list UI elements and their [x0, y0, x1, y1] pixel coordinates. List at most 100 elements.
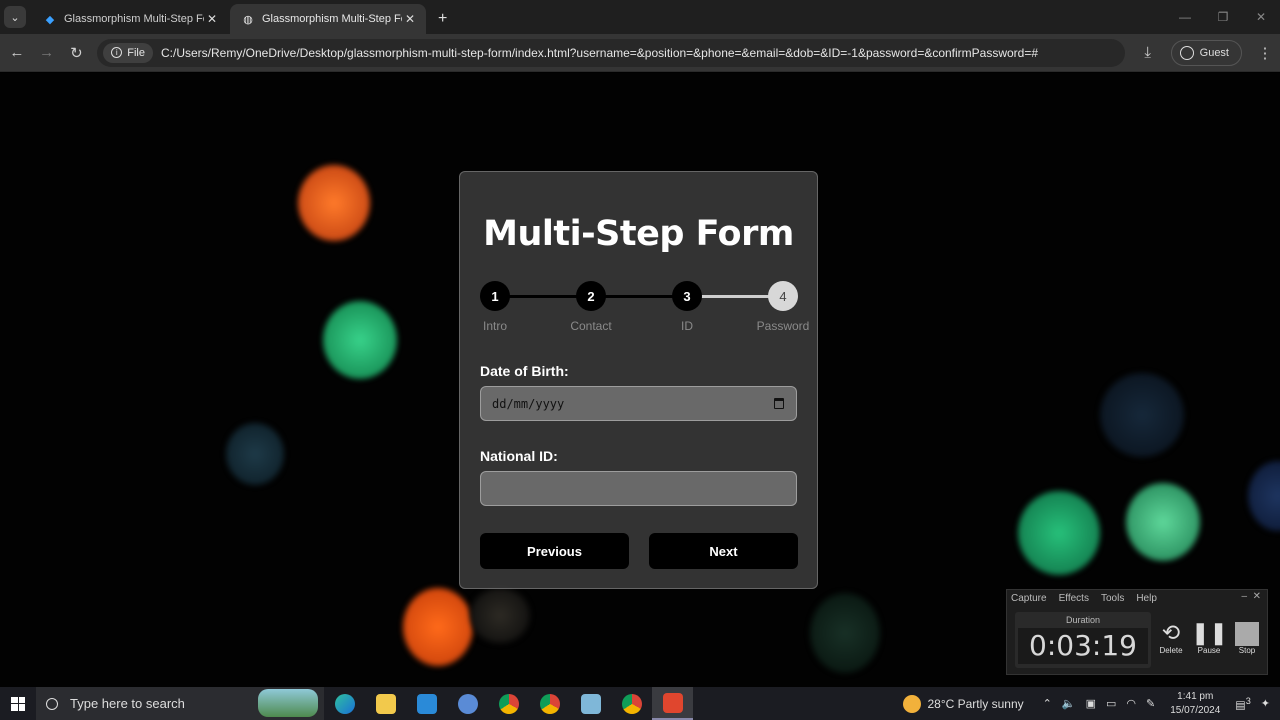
step-contact: 2 Contact: [570, 281, 612, 333]
reload-icon[interactable]: ↻: [62, 38, 92, 68]
stop-button[interactable]: Stop: [1229, 620, 1265, 655]
search-placeholder: Type here to search: [70, 696, 185, 711]
step-id: 3 ID: [672, 281, 702, 333]
app-icon: [457, 693, 478, 714]
forward-arrow-icon[interactable]: →: [32, 38, 62, 68]
bokeh-light: [1100, 373, 1184, 457]
duration-label: Duration: [1065, 615, 1101, 625]
pen-icon[interactable]: ✎: [1146, 697, 1155, 710]
profile-button[interactable]: Guest: [1170, 39, 1242, 66]
dob-placeholder: dd/mm/yyyy: [492, 397, 565, 411]
progress-bar: 1 Intro 2 Contact 3 ID 4 Password: [480, 281, 809, 333]
national-id-label: National ID:: [480, 448, 558, 464]
partly-sunny-icon: [903, 694, 922, 713]
copilot-icon[interactable]: ✦: [1261, 697, 1270, 710]
taskbar-app[interactable]: [447, 687, 488, 720]
more-menu-icon[interactable]: ⋮: [1250, 38, 1280, 68]
bokeh-light: [298, 165, 370, 241]
taskbar-chrome-2[interactable]: [529, 687, 570, 720]
clock[interactable]: 1:41 pm 15/07/2024: [1170, 690, 1220, 718]
start-button[interactable]: [0, 687, 36, 720]
menu-help[interactable]: Help: [1136, 593, 1157, 604]
bokeh-light: [470, 588, 530, 643]
tab-1[interactable]: ◆ Glassmorphism Multi-Step Form ✕: [32, 4, 228, 34]
chevron-up-icon[interactable]: ⌃: [1043, 697, 1052, 710]
calendar-icon[interactable]: [774, 398, 784, 409]
drupal-favicon-icon: ◆: [45, 13, 55, 26]
delete-label: Delete: [1159, 646, 1183, 655]
stop-label: Stop: [1238, 646, 1256, 655]
step-label: Intro: [482, 319, 508, 333]
taskbar-chrome-1[interactable]: [488, 687, 529, 720]
step-label: Password: [756, 319, 810, 333]
bokeh-light: [1018, 491, 1100, 575]
new-tab-button[interactable]: +: [438, 10, 447, 28]
step-number: 4: [768, 281, 798, 311]
delete-button[interactable]: ⟲ Delete: [1153, 620, 1189, 655]
volume-icon[interactable]: 🔈: [1062, 697, 1076, 710]
screen-recorder-widget: Capture Effects Tools Help – ✕ Duration …: [1006, 589, 1268, 675]
taskbar-search[interactable]: Type here to search: [36, 687, 324, 720]
browser-toolbar: ← → ↻ i File C:/Users/Remy/OneDrive/Desk…: [0, 34, 1280, 72]
multi-step-form-card: Multi-Step Form 1 Intro 2 Contact 3 ID 4…: [459, 171, 818, 589]
tab-title: Glassmorphism Multi-Step Form: [262, 13, 402, 25]
tab-search-icon[interactable]: ⌄: [4, 6, 26, 28]
taskbar-chrome-3[interactable]: [611, 687, 652, 720]
meet-icon[interactable]: ▣: [1086, 697, 1096, 710]
duration-panel: Duration 0:03:19: [1015, 612, 1151, 668]
windows-logo-icon: [11, 696, 25, 711]
stop-icon: [1235, 622, 1259, 646]
clock-time: 1:41 pm: [1177, 690, 1214, 702]
dob-label: Date of Birth:: [480, 363, 569, 379]
notification-count: 3: [1245, 695, 1251, 706]
file-chip-label: File: [127, 46, 145, 59]
back-arrow-icon[interactable]: ←: [2, 38, 32, 68]
network-icon[interactable]: ◠: [1126, 697, 1136, 710]
address-bar[interactable]: i File C:/Users/Remy/OneDrive/Desktop/gl…: [97, 38, 1125, 67]
menu-effects[interactable]: Effects: [1059, 593, 1089, 604]
minimize-icon[interactable]: —: [1166, 0, 1204, 34]
weather-widget[interactable]: 28°C Partly sunny: [903, 694, 1024, 713]
next-button[interactable]: Next: [649, 533, 798, 569]
download-icon[interactable]: ⤓: [1133, 38, 1163, 68]
taskbar-file-explorer[interactable]: [365, 687, 406, 720]
step-number: 3: [672, 281, 702, 311]
chrome-icon: [621, 693, 642, 714]
close-tab-icon[interactable]: ✕: [204, 12, 220, 26]
weather-text: 28°C Partly sunny: [927, 696, 1024, 711]
taskbar-vscode[interactable]: [406, 687, 447, 720]
browser-tab-strip: ⌄ ◆ Glassmorphism Multi-Step Form ✕ ◍ Gl…: [0, 0, 1280, 34]
dob-input[interactable]: dd/mm/yyyy: [480, 386, 797, 421]
maximize-icon[interactable]: ❐: [1204, 0, 1242, 34]
taskbar-recorder[interactable]: [652, 687, 693, 720]
url-text[interactable]: C:/Users/Remy/OneDrive/Desktop/glassmorp…: [161, 46, 1038, 60]
recorder-icon: [662, 692, 683, 713]
clock-date: 15/07/2024: [1170, 704, 1221, 716]
battery-icon[interactable]: ▭: [1106, 697, 1116, 710]
recorder-close-icon[interactable]: ✕: [1253, 591, 1261, 602]
undo-icon: ⟲: [1161, 620, 1181, 645]
site-info-chip[interactable]: i File: [103, 42, 153, 63]
notifications-icon[interactable]: ▤3: [1235, 696, 1251, 712]
recorder-menu: Capture Effects Tools Help – ✕: [1007, 590, 1267, 606]
menu-tools[interactable]: Tools: [1101, 593, 1124, 604]
edge-icon: [334, 693, 355, 714]
step-intro: 1 Intro: [480, 281, 510, 333]
close-tab-icon[interactable]: ✕: [402, 12, 418, 26]
step-number: 2: [576, 281, 606, 311]
pause-button[interactable]: ❚❚ Pause: [1191, 620, 1228, 655]
bokeh-light: [1126, 483, 1200, 561]
previous-button[interactable]: Previous: [480, 533, 629, 569]
window-controls: — ❐ ✕: [1166, 0, 1280, 34]
bokeh-light: [1248, 461, 1280, 531]
step-label: ID: [681, 319, 693, 333]
close-window-icon[interactable]: ✕: [1242, 0, 1280, 34]
taskbar-edge[interactable]: [324, 687, 365, 720]
taskbar-app-2[interactable]: [570, 687, 611, 720]
tab-2[interactable]: ◍ Glassmorphism Multi-Step Form ✕: [230, 4, 426, 34]
national-id-input[interactable]: [480, 471, 797, 506]
menu-capture[interactable]: Capture: [1011, 593, 1047, 604]
duration-readout: 0:03:19: [1018, 628, 1148, 664]
recorder-minimize-icon[interactable]: –: [1241, 591, 1247, 602]
bokeh-light: [403, 588, 473, 666]
